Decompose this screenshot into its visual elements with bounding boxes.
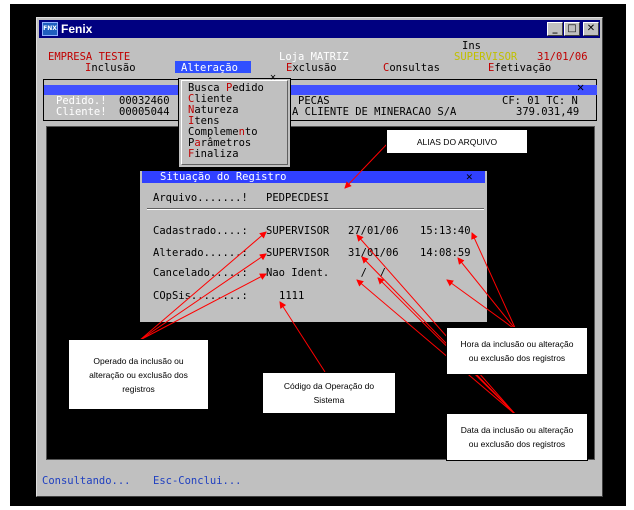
callout-operador: Operado da inclusão ou alteração ou excl…	[68, 339, 209, 410]
cadastrado-label: Cadastrado....:	[153, 225, 248, 237]
menu-label: onsultas	[389, 62, 440, 74]
menu-consultas[interactable]: Consultas	[383, 62, 440, 74]
menu-exclusao[interactable]: Exclusão	[286, 62, 337, 74]
item-text: inaliza	[194, 148, 239, 160]
record-close-icon[interactable]: ✕	[577, 81, 584, 93]
item-text: edido	[232, 82, 264, 94]
copsis-value: 1111	[279, 290, 305, 302]
status-consultando: Consultando...	[42, 475, 131, 487]
app-icon: FNX	[42, 22, 58, 36]
arquivo-label: Arquivo.......!	[153, 192, 248, 204]
maximize-button[interactable]: □	[564, 22, 580, 36]
dialog-close-icon[interactable]: ✕	[466, 171, 473, 182]
status-esc-hint: Esc-Conclui...	[153, 475, 242, 487]
close-button[interactable]: ✕	[583, 22, 599, 36]
arquivo-value: PEDPECDESI	[266, 192, 330, 204]
title-bar[interactable]	[39, 20, 600, 38]
menu-efetivacao[interactable]: Efetivação	[488, 62, 551, 74]
dialog-title: Situação do Registro	[160, 171, 287, 183]
cadastrado-user: SUPERVISOR	[266, 225, 330, 237]
menu-alteracao[interactable]: Alteração	[181, 62, 238, 74]
callout-alias: ALIAS DO ARQUIVO	[386, 129, 528, 154]
cadastrado-date: 27/01/06	[348, 225, 399, 237]
alterado-time: 14:08:59	[420, 247, 471, 259]
callout-hora: Hora da inclusão ou alteração ou exclusã…	[446, 327, 588, 375]
dialog-separator	[147, 208, 484, 210]
callout-codigo: Código da Operação do Sistema	[262, 372, 396, 414]
minimize-button[interactable]: _	[547, 22, 563, 36]
dropdown-item-itens[interactable]: Itens	[188, 115, 264, 127]
record-highlight-band	[44, 85, 597, 95]
cliente-label: Cliente!	[56, 106, 107, 118]
dropdown-item-parametros[interactable]: Parâmetros	[188, 137, 264, 149]
menu-inclusao[interactable]: Inclusão	[85, 62, 136, 74]
window-title: Fenix	[61, 22, 93, 36]
dropdown-item-cliente[interactable]: Cliente	[188, 93, 264, 105]
dropdown-item-finaliza[interactable]: Finaliza	[188, 148, 264, 160]
menu-label: nclusão	[91, 62, 136, 74]
dropdown-item-busca-pedido[interactable]: Busca Pedido	[188, 82, 264, 94]
copsis-label: COpSis........:	[153, 290, 248, 302]
order-amount: 379.031,49	[516, 106, 580, 118]
menu-label: fetivação	[494, 62, 552, 74]
cancelado-label: Cancelado.....:	[153, 267, 248, 279]
dropdown-items: Busca Pedido Cliente Natureza Itens Comp…	[188, 82, 264, 160]
dropdown-item-complemento[interactable]: Complemento	[188, 126, 264, 138]
dropdown-close-icon[interactable]: ✕	[270, 72, 276, 83]
cancelado-date: / /	[348, 267, 386, 279]
dropdown-item-natureza[interactable]: Natureza	[188, 104, 264, 116]
menu-label: xclusão	[292, 62, 337, 74]
alterado-user: SUPERVISOR	[266, 247, 330, 259]
cadastrado-time: 15:13:40	[420, 225, 471, 237]
alterado-date: 31/01/06	[348, 247, 399, 259]
cliente-name: A CLIENTE DE MINERACAO S/A	[292, 106, 457, 118]
cliente-value: 00005044	[119, 106, 170, 118]
alterado-label: Alterado......:	[153, 247, 248, 259]
cancelado-user: Nao Ident.	[266, 267, 330, 279]
callout-data: Data da inclusão ou alteração ou exclusã…	[446, 413, 588, 461]
